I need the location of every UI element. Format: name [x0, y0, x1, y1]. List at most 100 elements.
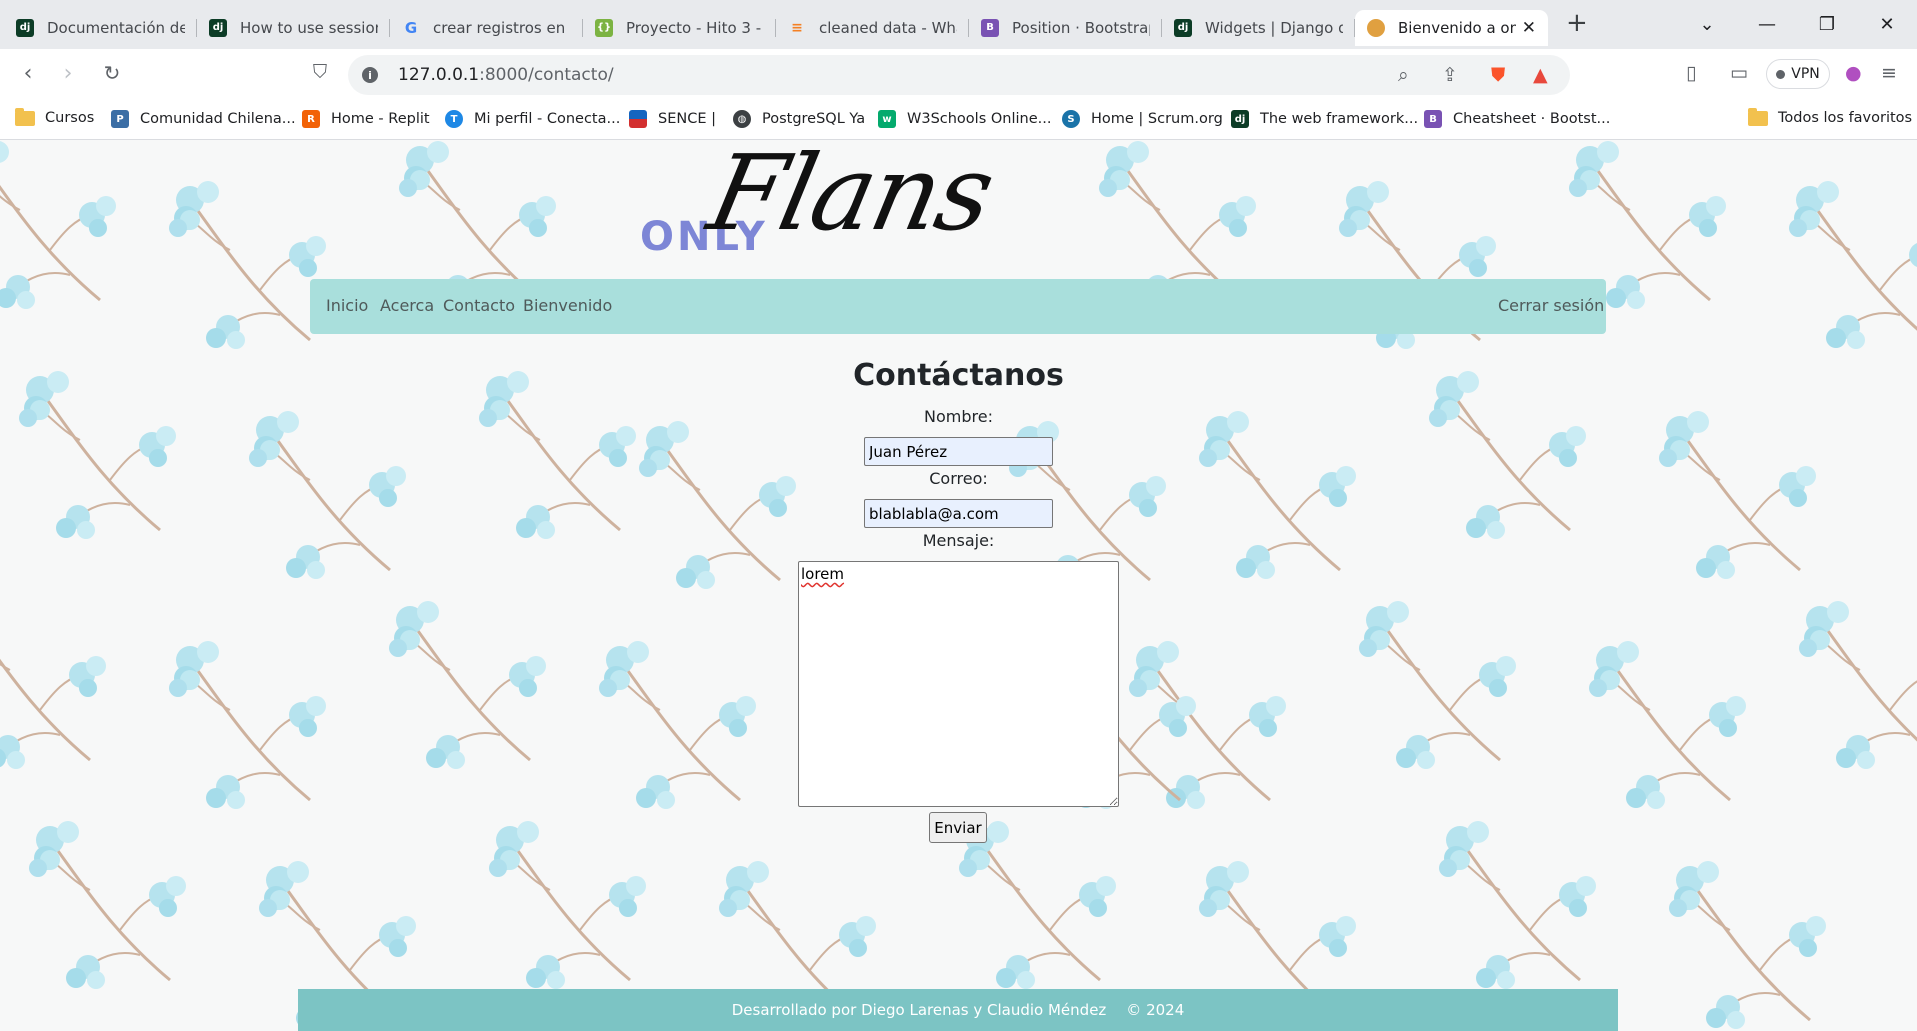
tab-sessions[interactable]: dj How to use sessions | [197, 10, 390, 46]
vpn-status-icon [1776, 69, 1786, 79]
tab-title: Proyecto - Hito 3 - A [626, 18, 764, 37]
bookmarks-bar: Cursos P Comunidad Chilena... R Home - R… [0, 101, 1917, 140]
tab-proyecto[interactable]: {} Proyecto - Hito 3 - A [583, 10, 776, 46]
tab-title: Documentación de D [47, 18, 185, 37]
replit-icon: R [302, 110, 320, 128]
zoom-icon[interactable]: ⌕ [1398, 64, 1409, 86]
share-icon[interactable]: ⇪ [1442, 64, 1458, 86]
menu-icon[interactable]: ≡ [1881, 62, 1897, 84]
nav-acerca[interactable]: Acerca [380, 296, 434, 315]
bookmark-label: Comunidad Chilena... [140, 111, 296, 127]
bookmark-label: SENCE | [658, 111, 716, 127]
w3schools-icon: w [878, 110, 896, 128]
bookmark-replit[interactable]: R Home - Replit [302, 110, 430, 128]
tab-title: Widgets | Django doc [1205, 18, 1343, 37]
nav-contacto[interactable]: Contacto [443, 296, 515, 315]
bookmark-sence[interactable]: SENCE | [629, 110, 716, 128]
back-icon[interactable]: ‹ [14, 61, 42, 86]
tab-google-search[interactable]: G crear registros en bas [390, 10, 583, 46]
django-icon: dj [1231, 110, 1249, 128]
bookmark-cursos[interactable]: Cursos [15, 107, 95, 126]
restore-icon[interactable]: ❐ [1797, 14, 1857, 35]
name-field[interactable] [864, 437, 1053, 466]
bookmark-scrum[interactable]: S Home | Scrum.org [1062, 110, 1223, 128]
bootstrap-icon: B [981, 18, 999, 37]
page-viewport: ONLY Flans Inicio Acerca Contacto Bienve… [0, 140, 1917, 1031]
url-text[interactable]: 127.0.0.1:8000/contacto/ [398, 65, 614, 85]
bookmark-django[interactable]: dj The web framework... [1231, 110, 1418, 128]
tab-title: How to use sessions | [240, 18, 378, 37]
tab-title: Bienvenido a onl [1398, 18, 1516, 37]
reload-icon[interactable]: ↻ [98, 61, 126, 85]
tab-title: cleaned data - What [819, 18, 957, 37]
bookmark-all-favorites[interactable]: Todos los favoritos [1748, 107, 1913, 126]
scrum-icon: S [1062, 110, 1080, 128]
bookmark-label: Home - Replit [331, 111, 430, 127]
site-logo[interactable]: ONLY Flans [640, 140, 1020, 272]
sidebar-icon[interactable]: ▯ [1686, 62, 1696, 84]
bookmark-bootstrap-cheatsheet[interactable]: B Cheatsheet · Bootst... [1424, 110, 1610, 128]
nav-inicio[interactable]: Inicio [326, 296, 368, 315]
t-icon: T [445, 110, 463, 128]
email-field[interactable] [864, 499, 1053, 528]
footer-year: © 2024 [1126, 1001, 1185, 1019]
flan-icon [1367, 18, 1385, 37]
tab-title: Position · Bootstrap v [1012, 18, 1150, 37]
bookmark-label: Cursos [45, 110, 95, 126]
tab-onlyflans-active[interactable]: Bienvenido a onl ✕ [1355, 9, 1548, 46]
message-label: Mensaje: [922, 531, 995, 550]
bookmark-label: Mi perfil - Conecta... [474, 111, 621, 127]
brave-shield-icon[interactable]: ⛊ [1491, 64, 1505, 86]
bookmark-postgresql[interactable]: ◍ PostgreSQL Ya [733, 110, 865, 128]
tab-title: crear registros en bas [433, 18, 571, 37]
email-label: Correo: [929, 469, 988, 488]
bookmark-label: Cheatsheet · Bootst... [1453, 111, 1611, 127]
forward-icon[interactable]: › [54, 61, 82, 86]
bookmark-conecta[interactable]: T Mi perfil - Conecta... [445, 110, 620, 128]
main-navbar: Inicio Acerca Contacto Bienvenido Cerrar… [310, 279, 1606, 334]
close-tab-icon[interactable]: ✕ [1522, 18, 1536, 38]
bookmark-label: Todos los favoritos [1778, 110, 1913, 126]
message-textarea[interactable]: lorem [798, 561, 1119, 807]
folder-icon [15, 107, 35, 126]
brave-rewards-icon[interactable]: ▲ [1533, 64, 1548, 86]
new-tab-icon[interactable]: + [1566, 8, 1588, 38]
tab-widgets[interactable]: dj Widgets | Django doc [1162, 10, 1355, 46]
stackoverflow-icon: ≡ [791, 19, 803, 36]
tab-search-icon[interactable]: ⌄ [1677, 14, 1737, 35]
window-controls: ⌄ — ❐ ✕ [1677, 0, 1917, 49]
page-title: Contáctanos [853, 358, 1064, 393]
site-footer: Desarrollado por Diego Larenas y Claudio… [298, 989, 1618, 1031]
nav-bienvenido[interactable]: Bienvenido [523, 296, 612, 315]
nav-logout[interactable]: Cerrar sesión [1498, 296, 1604, 315]
tab-django-docs[interactable]: dj Documentación de D [4, 10, 197, 46]
minimize-icon[interactable]: — [1737, 14, 1797, 35]
django-icon: dj [209, 18, 227, 37]
bookmark-label: W3Schools Online... [907, 111, 1052, 127]
folder-icon [1748, 107, 1768, 126]
code-icon: {} [595, 18, 613, 37]
python-icon: P [111, 110, 129, 128]
url-path: :8000/contacto/ [479, 65, 614, 85]
vpn-button[interactable]: VPN [1766, 59, 1830, 89]
logo-flans-text: Flans [699, 140, 1003, 254]
tab-bootstrap[interactable]: B Position · Bootstrap v [969, 10, 1162, 46]
wallet-icon[interactable]: ▭ [1730, 62, 1748, 84]
site-info-icon[interactable]: i [362, 67, 378, 83]
google-icon: G [404, 18, 418, 37]
bootstrap-icon: B [1424, 110, 1442, 128]
close-window-icon[interactable]: ✕ [1857, 14, 1917, 35]
submit-button[interactable]: Enviar [929, 812, 987, 843]
bookmark-label: PostgreSQL Ya [762, 111, 866, 127]
browser-toolbar: ‹ › ↻ ⛉ i 127.0.0.1:8000/contacto/ ⌕ ⇪ ⛊… [0, 49, 1917, 101]
bookmark-label: The web framework... [1260, 111, 1419, 127]
bookmark-icon[interactable]: ⛉ [306, 61, 334, 83]
tab-stackoverflow[interactable]: ≡ cleaned data - What [776, 10, 969, 46]
tab-strip: dj Documentación de D dj How to use sess… [0, 0, 1588, 49]
browser-tab-bar: dj Documentación de D dj How to use sess… [0, 0, 1917, 49]
profile-icon[interactable]: ● [1845, 62, 1862, 84]
bookmark-w3schools[interactable]: w W3Schools Online... [878, 110, 1051, 128]
bookmark-comunidad[interactable]: P Comunidad Chilena... [111, 110, 296, 128]
sence-icon [629, 110, 647, 128]
address-bar[interactable]: i 127.0.0.1:8000/contacto/ ⌕ ⇪ ⛊ ▲ [348, 55, 1570, 95]
